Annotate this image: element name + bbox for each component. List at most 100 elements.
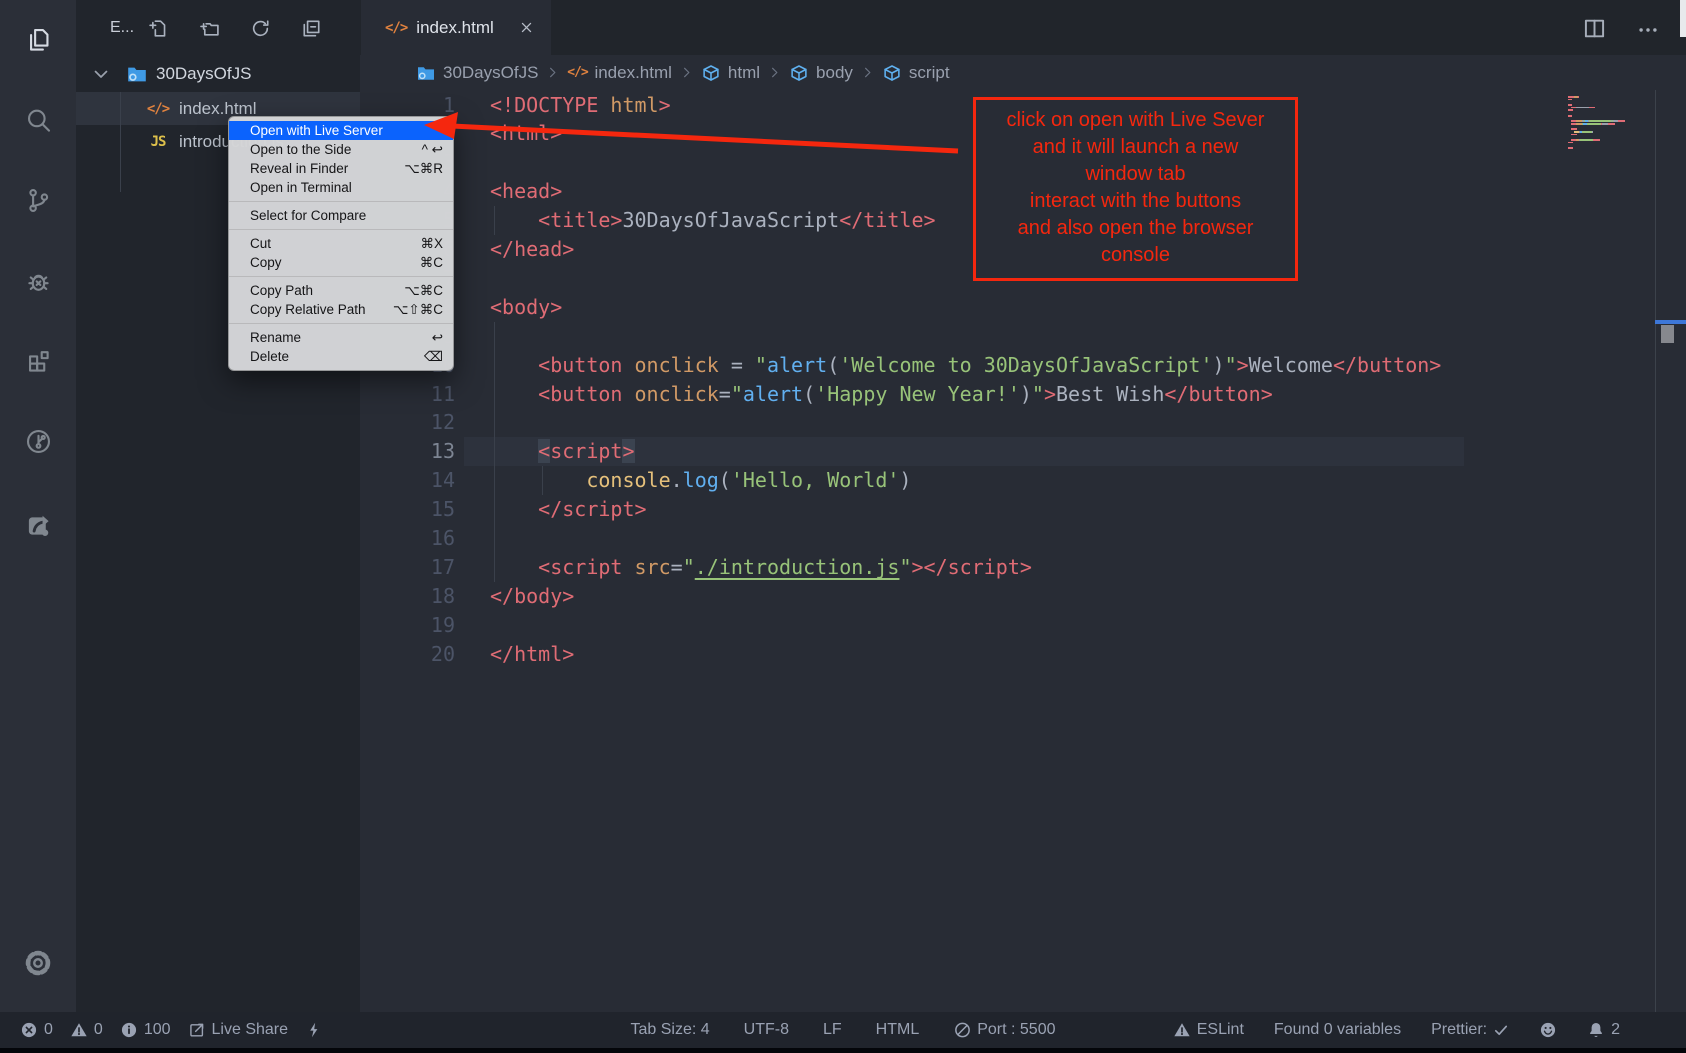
status-item-label: UTF-8: [744, 1021, 789, 1039]
status-item-warnings[interactable]: 0: [70, 1021, 103, 1039]
menu-item-label: Reveal in Finder: [250, 161, 348, 176]
menu-item-shortcut: ^ ↩: [422, 142, 443, 158]
code-line-13[interactable]: <script>: [490, 437, 635, 466]
folder-icon: [126, 63, 148, 85]
new-folder-button[interactable]: [199, 18, 220, 39]
menu-item-delete[interactable]: Delete⌫: [229, 347, 453, 366]
menu-item-open-with-live-server[interactable]: Open with Live Server: [229, 121, 453, 140]
status-item-label: Live Share: [212, 1021, 289, 1039]
line-number: 14: [360, 466, 455, 495]
status-item-label: 2: [1611, 1021, 1620, 1039]
activity-item-live-share[interactable]: [0, 503, 76, 547]
html-icon: </>: [146, 99, 170, 119]
activity-item-extensions[interactable]: [0, 339, 76, 383]
refresh-button[interactable]: [250, 18, 271, 39]
menu-item-label: Copy Relative Path: [250, 302, 366, 317]
status-item-port[interactable]: Port : 5500: [953, 1021, 1055, 1039]
status-item-language-mode[interactable]: HTML: [876, 1021, 920, 1039]
warning-triangle-icon: [1173, 1021, 1191, 1039]
collapse-all-button[interactable]: [301, 18, 322, 39]
code-line-14[interactable]: console.log('Hello, World'): [490, 466, 911, 495]
activity-item-settings[interactable]: [0, 941, 76, 985]
status-item-feedback[interactable]: [1539, 1021, 1557, 1039]
menu-item-shortcut: ⌥⇧⌘C: [393, 302, 443, 318]
bell-icon: [1587, 1021, 1605, 1039]
line-number: 20: [360, 640, 455, 669]
status-item-eol[interactable]: LF: [823, 1021, 842, 1039]
menu-item-reveal-in-finder[interactable]: Reveal in Finder ⌥⌘R: [229, 159, 453, 178]
status-item-label: Tab Size: 4: [631, 1021, 710, 1039]
status-item-variables[interactable]: Found 0 variables: [1274, 1021, 1401, 1039]
code-line-1[interactable]: <!DOCTYPE html>: [490, 91, 671, 120]
menu-item-open-in-terminal[interactable]: Open in Terminal: [229, 178, 453, 197]
menu-item-copy[interactable]: Copy⌘C: [229, 253, 453, 272]
status-item-errors[interactable]: 0: [20, 1021, 53, 1039]
menu-item-label: Delete: [250, 349, 289, 364]
status-item-live-server-lightning[interactable]: [305, 1021, 323, 1039]
activity-item-history[interactable]: [0, 419, 76, 463]
status-item-prettier[interactable]: Prettier:: [1431, 1021, 1509, 1039]
menu-item-shortcut: ⌘C: [420, 255, 443, 271]
menu-item-copy-relative-path[interactable]: Copy Relative Path ⌥⇧⌘C: [229, 300, 453, 319]
breadcrumb-label: body: [816, 63, 853, 83]
line-number: 15: [360, 495, 455, 524]
status-item-live-share[interactable]: Live Share: [188, 1021, 289, 1039]
breadcrumb-label: script: [909, 63, 950, 83]
code-line-6[interactable]: </head>: [490, 235, 574, 264]
status-item-label: 0: [44, 1021, 53, 1039]
code-line-15[interactable]: </script>: [490, 495, 647, 524]
explorer-header: E...: [76, 10, 360, 46]
status-item-eslint[interactable]: ESLint: [1173, 1021, 1244, 1039]
activity-item-run-debug[interactable]: [0, 259, 76, 303]
breadcrumb-item-index-html[interactable]: </>index.html: [567, 63, 671, 83]
cube-icon: [789, 63, 809, 83]
activity-item-source-control[interactable]: [0, 178, 76, 222]
status-item-label: Prettier:: [1431, 1021, 1487, 1039]
chevron-right-icon: [767, 65, 782, 80]
menu-item-select-for-compare[interactable]: Select for Compare: [229, 206, 453, 225]
menu-item-open-to-the-side[interactable]: Open to the Side^ ↩: [229, 140, 453, 159]
minimap[interactable]: [1568, 96, 1652, 150]
code-line-10[interactable]: <button onclick = "alert('Welcome to 30D…: [490, 351, 1441, 380]
code-line-4[interactable]: <head>: [490, 177, 562, 206]
gear-icon: [23, 948, 53, 978]
breadcrumb-item-html[interactable]: html: [701, 63, 760, 83]
breadcrumb-item-script[interactable]: script: [882, 63, 950, 83]
menu-item-rename[interactable]: Rename↩: [229, 328, 453, 347]
breadcrumb-item-body[interactable]: body: [789, 63, 853, 83]
close-icon[interactable]: [518, 19, 535, 36]
folder-label: 30DaysOfJS: [156, 64, 251, 84]
menu-item-shortcut: ⌥⌘C: [404, 283, 443, 299]
code-line-18[interactable]: </body>: [490, 582, 574, 611]
status-item-info[interactable]: 100: [120, 1021, 171, 1039]
menu-item-cut[interactable]: Cut⌘X: [229, 234, 453, 253]
split-editor-icon[interactable]: [1582, 16, 1607, 41]
code-line-2[interactable]: <html>: [490, 119, 562, 148]
menu-item-copy-path[interactable]: Copy Path⌥⌘C: [229, 281, 453, 300]
breadcrumb-item-30daysofjs[interactable]: 30DaysOfJS: [416, 63, 538, 83]
annotation-text-line: interact with the buttons: [976, 188, 1295, 215]
tab-index-html[interactable]: </> index.html: [361, 0, 551, 55]
code-line-11[interactable]: <button onclick="alert('Happy New Year!'…: [490, 380, 1273, 409]
menu-item-label: Cut: [250, 236, 271, 251]
refresh-icon: [250, 18, 271, 39]
more-actions-icon[interactable]: [1636, 18, 1660, 42]
line-number: 13: [360, 437, 455, 466]
code-line-17[interactable]: <script src="./introduction.js"></script…: [490, 553, 1032, 582]
code-line-20[interactable]: </html>: [490, 640, 574, 669]
overview-ruler-info-marker: [1655, 320, 1686, 324]
code-line-5[interactable]: <title>30DaysOfJavaScript</title>: [490, 206, 936, 235]
status-item-encoding[interactable]: UTF-8: [744, 1021, 789, 1039]
status-item-notifications[interactable]: 2: [1587, 1021, 1620, 1039]
scrollbar-thumb[interactable]: [1661, 325, 1674, 343]
new-file-button[interactable]: [148, 18, 169, 39]
activity-item-search[interactable]: [0, 98, 76, 142]
annotation-text-line: click on open with Live Sever: [976, 107, 1295, 134]
status-item-tab-size[interactable]: Tab Size: 4: [631, 1021, 710, 1039]
code-line-8[interactable]: <body>: [490, 293, 562, 322]
menu-item-shortcut: ⌥⌘R: [404, 161, 443, 177]
activity-item-explorer[interactable]: [0, 18, 76, 62]
folder-row-30daysofjs[interactable]: 30DaysOfJS: [76, 57, 360, 90]
activity-bar: [0, 0, 76, 1012]
breadcrumb: 30DaysOfJS </>index.html html body script: [360, 55, 1686, 90]
